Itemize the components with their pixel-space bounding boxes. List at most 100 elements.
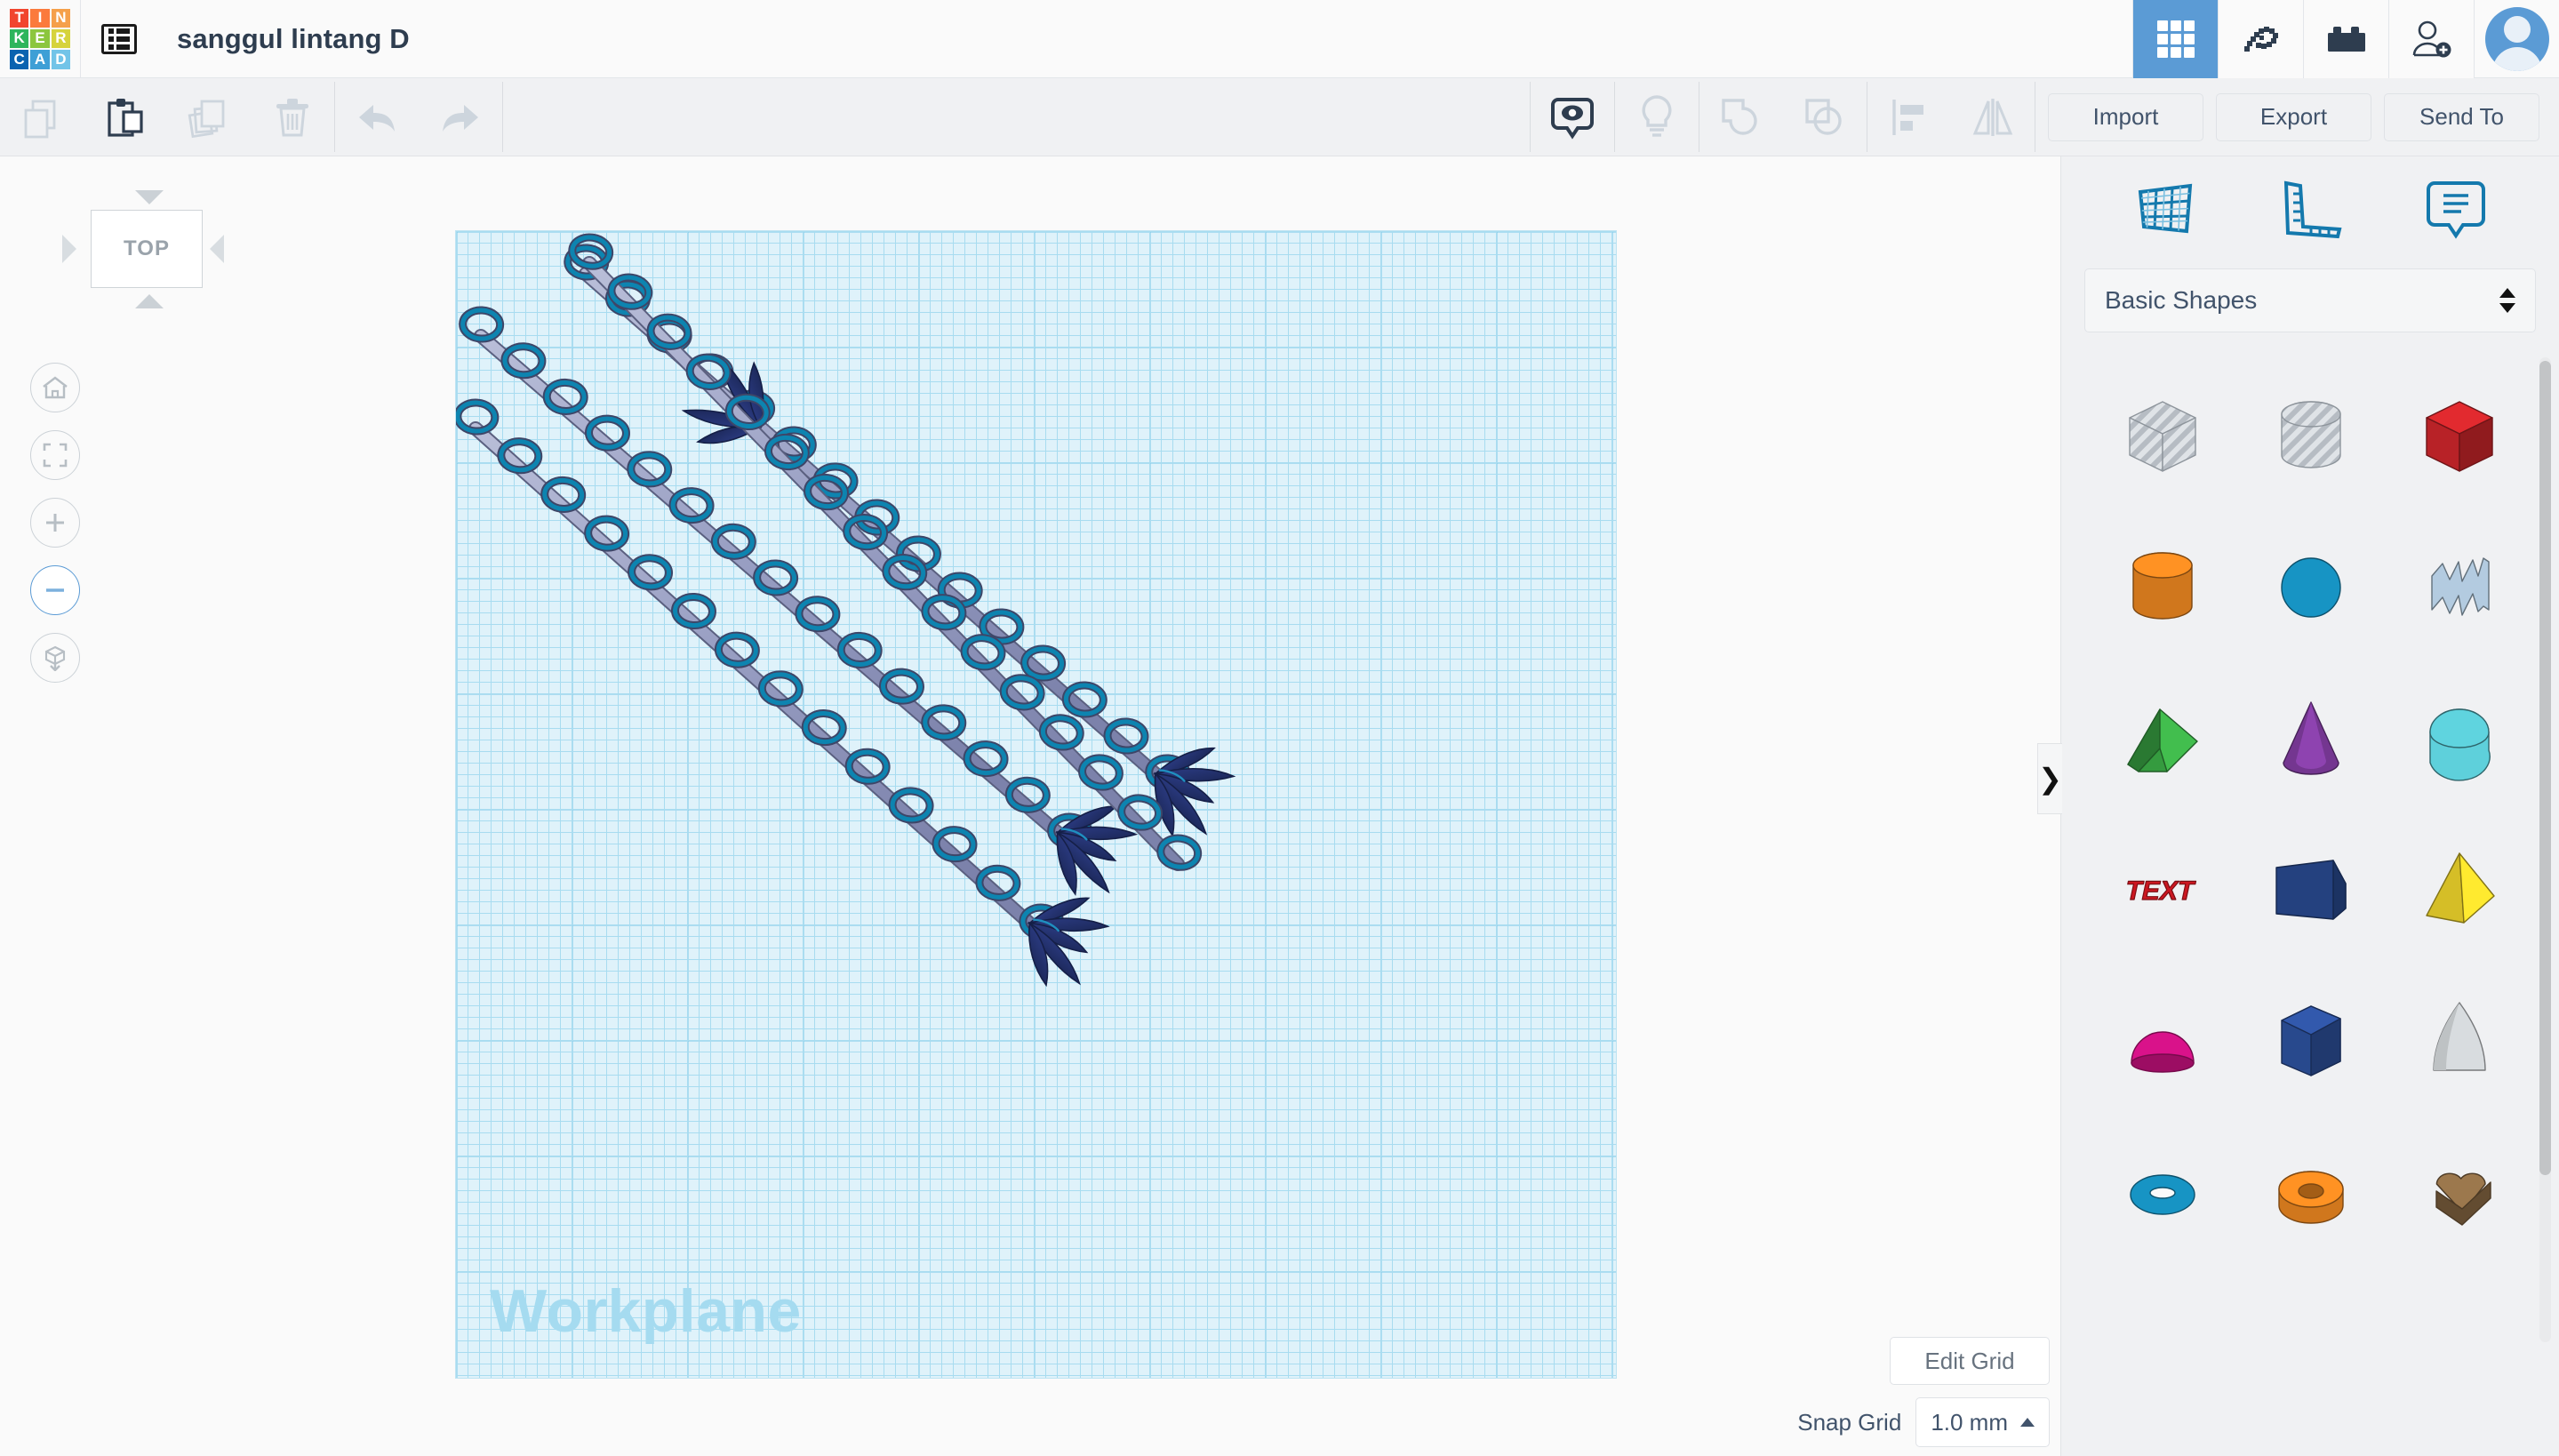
list-icon bbox=[101, 23, 137, 54]
project-gallery-button[interactable] bbox=[81, 0, 157, 78]
tinkercad-logo-grid: TIN KER CAD bbox=[10, 8, 70, 69]
perspective-cube-icon bbox=[44, 645, 66, 671]
shape-item-roof[interactable] bbox=[2088, 663, 2236, 814]
shape-item-torus[interactable] bbox=[2088, 1116, 2236, 1268]
logo-letter-e: E bbox=[30, 28, 50, 49]
logo-letter-r: R bbox=[51, 28, 70, 49]
logo-letter-n: N bbox=[51, 8, 70, 28]
shape-item-polygon-prism[interactable] bbox=[2236, 965, 2385, 1116]
undo-icon[interactable] bbox=[335, 78, 419, 156]
view-rotate-down-arrow[interactable] bbox=[135, 294, 164, 308]
mirror-icon[interactable] bbox=[1951, 78, 2035, 156]
snap-grid-row: Snap Grid 1.0 mm bbox=[1659, 1397, 2050, 1447]
copy-icon[interactable] bbox=[0, 78, 84, 156]
history-tool-group bbox=[335, 78, 502, 156]
home-view-button[interactable] bbox=[30, 363, 80, 412]
stepper-icon bbox=[2499, 288, 2515, 313]
fit-view-icon bbox=[43, 443, 68, 468]
fit-to-view-button[interactable] bbox=[30, 430, 80, 480]
group-icon[interactable] bbox=[1699, 78, 1783, 156]
duplicate-icon[interactable] bbox=[167, 78, 251, 156]
workplane-grid[interactable]: Workplane bbox=[456, 231, 1616, 1378]
note-icon[interactable] bbox=[2407, 167, 2505, 252]
shape-panel-scrollbar[interactable] bbox=[2539, 357, 2551, 1342]
panel-collapse-chevron-icon[interactable]: ❯ bbox=[2037, 743, 2062, 814]
workplane-icon[interactable] bbox=[2115, 167, 2213, 252]
grid-controls: Edit Grid Snap Grid 1.0 mm bbox=[1659, 1337, 2050, 1447]
shape-item-cone[interactable] bbox=[2236, 663, 2385, 814]
tinkercad-logo[interactable]: TIN KER CAD bbox=[0, 0, 80, 78]
show-hide-eye-icon[interactable] bbox=[1531, 78, 1614, 156]
edit-grid-button[interactable]: Edit Grid bbox=[1890, 1337, 2050, 1385]
designs-grid-icon[interactable] bbox=[2132, 0, 2218, 78]
align-icon[interactable] bbox=[1867, 78, 1951, 156]
shape-item-box[interactable] bbox=[2385, 361, 2533, 512]
scrollbar-thumb[interactable] bbox=[2539, 361, 2551, 1175]
shape-item-cylinder[interactable] bbox=[2088, 512, 2236, 663]
ungroup-icon[interactable] bbox=[1783, 78, 1867, 156]
view-rotate-up-arrow[interactable] bbox=[135, 190, 164, 204]
import-button[interactable]: Import bbox=[2048, 92, 2203, 141]
plus-icon bbox=[46, 514, 64, 532]
shape-item-heart[interactable] bbox=[2385, 1116, 2533, 1268]
shape-item-sphere[interactable] bbox=[2236, 512, 2385, 663]
logo-letter-a: A bbox=[30, 50, 50, 69]
shape-item-tube[interactable] bbox=[2236, 1116, 2385, 1268]
shape-item-paraboloid[interactable] bbox=[2385, 965, 2533, 1116]
minus-icon bbox=[46, 588, 64, 592]
svg-text:TEXT: TEXT bbox=[2123, 876, 2197, 906]
toolbar-actions: Import Export Send To bbox=[2035, 78, 2559, 156]
export-button[interactable]: Export bbox=[2216, 92, 2371, 141]
workplane-label: Workplane bbox=[490, 1277, 802, 1345]
paste-icon[interactable] bbox=[84, 78, 167, 156]
clipboard-tool-group bbox=[0, 78, 334, 156]
delete-icon[interactable] bbox=[251, 78, 334, 156]
top-bar-right-group bbox=[2132, 0, 2559, 78]
hairpin-3d-model[interactable] bbox=[456, 231, 1616, 1378]
shape-library-value: Basic Shapes bbox=[2105, 286, 2258, 314]
view-cube-face[interactable]: TOP bbox=[91, 210, 203, 288]
avatar bbox=[2484, 6, 2549, 71]
snap-grid-value: 1.0 mm bbox=[1931, 1408, 2008, 1436]
lego-brick-icon[interactable] bbox=[2303, 0, 2388, 78]
ruler-icon[interactable] bbox=[2261, 167, 2359, 252]
shape-item-pyramid[interactable] bbox=[2385, 814, 2533, 965]
panel-view-icons bbox=[2061, 156, 2559, 263]
view-rotate-right-arrow[interactable] bbox=[210, 235, 224, 263]
shapes-panel: ❯ Basic Shapes TEXT bbox=[2037, 156, 2559, 1456]
shape-item-scribble[interactable] bbox=[2385, 512, 2533, 663]
home-icon bbox=[43, 376, 68, 399]
snap-grid-select[interactable]: 1.0 mm bbox=[1915, 1397, 2050, 1447]
shape-item-half-sphere[interactable] bbox=[2088, 965, 2236, 1116]
shape-grid: TEXT bbox=[2061, 345, 2559, 1358]
hairpin-1 bbox=[459, 306, 1139, 896]
zoom-out-button[interactable] bbox=[30, 565, 80, 615]
snap-grid-label: Snap Grid bbox=[1797, 1408, 1902, 1436]
logo-letter-d: D bbox=[51, 50, 70, 69]
shape-item-text[interactable]: TEXT bbox=[2088, 814, 2236, 965]
perspective-toggle-button[interactable] bbox=[30, 633, 80, 683]
redo-icon[interactable] bbox=[419, 78, 502, 156]
send-to-button[interactable]: Send To bbox=[2384, 92, 2539, 141]
user-avatar-button[interactable] bbox=[2474, 0, 2559, 78]
light-bulb-icon[interactable] bbox=[1615, 78, 1699, 156]
design-canvas[interactable]: TOP Workplane bbox=[0, 156, 2060, 1456]
logo-letter-i: I bbox=[30, 8, 50, 28]
project-title[interactable]: sanggul lintang D bbox=[177, 23, 410, 55]
minecraft-pickaxe-icon[interactable] bbox=[2218, 0, 2303, 78]
zoom-in-button[interactable] bbox=[30, 498, 80, 548]
shape-item-wedge[interactable] bbox=[2236, 814, 2385, 965]
shape-item-cylinder-hole[interactable] bbox=[2236, 361, 2385, 512]
shape-item-half-tube[interactable] bbox=[2385, 663, 2533, 814]
view-rotate-left-arrow[interactable] bbox=[62, 235, 76, 263]
view-cube: TOP bbox=[36, 188, 224, 308]
logo-letter-k: K bbox=[10, 28, 29, 49]
shape-library-select[interactable]: Basic Shapes bbox=[2084, 268, 2536, 332]
logo-letter-t: T bbox=[10, 8, 29, 28]
logo-letter-c: C bbox=[10, 50, 29, 69]
shape-item-box-hole[interactable] bbox=[2088, 361, 2236, 512]
add-person-icon[interactable] bbox=[2388, 0, 2474, 78]
top-bar: TIN KER CAD sanggul lintang D bbox=[0, 0, 2559, 78]
caret-up-icon bbox=[2020, 1418, 2035, 1427]
